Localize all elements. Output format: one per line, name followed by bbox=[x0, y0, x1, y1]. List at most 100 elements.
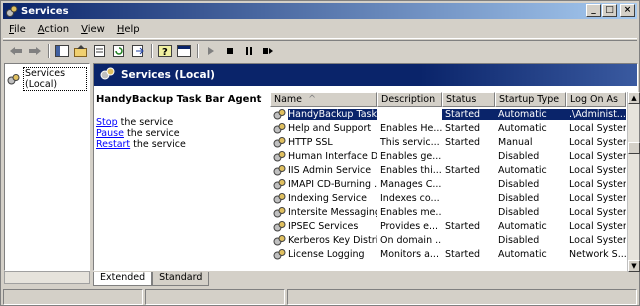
cell-startup-type: Manual bbox=[498, 136, 533, 148]
column-header-name[interactable]: Name ^ bbox=[270, 92, 377, 107]
cell-description: Provides e... bbox=[380, 220, 439, 232]
export-list-icon[interactable] bbox=[129, 43, 147, 59]
close-button[interactable]: × bbox=[620, 4, 635, 17]
cell-name: IPSEC Services bbox=[270, 220, 377, 232]
panel-title: Services (Local) bbox=[121, 69, 215, 81]
restart-service-icon[interactable] bbox=[259, 43, 277, 59]
selected-service-name: HandyBackup Task Bar Agent bbox=[96, 94, 262, 105]
svg-text:?: ? bbox=[162, 47, 168, 57]
title-bar[interactable]: Services _ □ × bbox=[3, 3, 637, 19]
cell-name: License Logging bbox=[270, 248, 377, 260]
table-row[interactable]: IPSEC Services Provides e... Started Automa… bbox=[270, 219, 626, 233]
forward-arrow-icon[interactable] bbox=[26, 43, 44, 59]
status-pane bbox=[145, 289, 285, 305]
up-one-level-icon[interactable] bbox=[72, 43, 90, 59]
service-gear-icon bbox=[273, 248, 286, 259]
tab-standard[interactable]: Standard bbox=[152, 272, 210, 286]
services-gear-icon bbox=[5, 5, 18, 18]
scroll-thumb[interactable] bbox=[628, 142, 640, 154]
table-row[interactable]: Human Interface D...Enables ge... Disable… bbox=[270, 149, 626, 163]
cell-log-on-as: Local System bbox=[569, 206, 626, 218]
pause-service-icon[interactable] bbox=[240, 43, 258, 59]
cell-startup-type: Disabled bbox=[498, 192, 540, 204]
maximize-button[interactable]: □ bbox=[602, 4, 617, 17]
cell-log-on-as: .\Administ... bbox=[566, 108, 626, 120]
service-gear-icon bbox=[273, 150, 286, 161]
cell-status: Started bbox=[445, 220, 481, 232]
column-header-startup-type[interactable]: Startup Type bbox=[495, 92, 566, 107]
refresh-icon[interactable] bbox=[110, 43, 128, 59]
menu-file[interactable]: File bbox=[3, 24, 32, 35]
services-gear-icon bbox=[100, 67, 115, 83]
table-row[interactable]: IMAPI CD-Burning ... Manages C... Disabled… bbox=[270, 177, 626, 191]
view-tabs: Extended Standard bbox=[93, 272, 210, 286]
column-header-log-on-as[interactable]: Log On As bbox=[566, 92, 626, 107]
table-row[interactable]: Intersite Messaging Enables me... Disabled… bbox=[270, 205, 626, 219]
toolbar-separator bbox=[48, 43, 50, 58]
scroll-up-arrow-icon[interactable]: ▲ bbox=[628, 92, 640, 104]
table-row[interactable]: HandyBackup Task ... StartedAutomatic.\Ad… bbox=[270, 107, 626, 121]
menu-view[interactable]: View bbox=[75, 24, 111, 35]
cell-log-on-as: Network S... bbox=[569, 248, 626, 260]
table-row[interactable]: IIS Admin Service Enables thi... Started Au… bbox=[270, 163, 626, 177]
cell-log-on-as: Local System bbox=[569, 192, 626, 204]
column-header-description[interactable]: Description bbox=[377, 92, 442, 107]
cell-startup-type: Automatic bbox=[498, 248, 547, 260]
cell-startup-type: Automatic bbox=[498, 164, 547, 176]
cell-description: This servic... bbox=[380, 136, 440, 148]
console-window-icon[interactable] bbox=[175, 43, 193, 59]
action-pause: Pause the service bbox=[96, 128, 180, 139]
back-arrow-icon[interactable] bbox=[7, 43, 25, 59]
list-vertical-scrollbar[interactable]: ▲ ▼ bbox=[627, 92, 640, 272]
cell-name: Indexing Service bbox=[270, 192, 377, 204]
cell-log-on-as: Local System bbox=[569, 164, 626, 176]
status-bar bbox=[3, 289, 637, 305]
table-row[interactable]: HTTP SSL This servic... Started Manual Local… bbox=[270, 135, 626, 149]
restart-link[interactable]: Restart bbox=[96, 139, 130, 150]
status-pane bbox=[287, 289, 637, 305]
cell-name: Human Interface D... bbox=[270, 150, 377, 162]
cell-log-on-as: Local System bbox=[569, 122, 626, 134]
services-window: Services _ □ × File Action View Help ? S… bbox=[0, 0, 640, 306]
cell-status: Started bbox=[442, 108, 495, 120]
minimize-button[interactable]: _ bbox=[586, 4, 601, 17]
show-hide-console-tree-icon[interactable] bbox=[53, 43, 71, 59]
cell-description: Indexes co... bbox=[380, 192, 440, 204]
table-row[interactable]: Indexing Service Indexes co... Disabled Loc… bbox=[270, 191, 626, 205]
menu-bar: File Action View Help bbox=[3, 21, 637, 39]
cell-status: Started bbox=[445, 122, 481, 134]
menu-action[interactable]: Action bbox=[32, 24, 75, 35]
cell-status: Started bbox=[445, 164, 481, 176]
help-icon[interactable]: ? bbox=[156, 43, 174, 59]
toolbar: ? bbox=[3, 40, 637, 60]
cell-startup-type: Disabled bbox=[498, 234, 540, 246]
cell-description: Monitors a... bbox=[380, 248, 439, 260]
service-gear-icon bbox=[273, 178, 286, 189]
cell-log-on-as: Local System bbox=[569, 150, 626, 162]
start-service-play-icon[interactable] bbox=[202, 43, 220, 59]
stop-link[interactable]: Stop bbox=[96, 117, 118, 128]
console-tree: Services (Local) bbox=[4, 63, 90, 271]
scroll-down-arrow-icon[interactable]: ▼ bbox=[628, 260, 640, 272]
table-row[interactable]: Help and Support Enables He... Started Auto… bbox=[270, 121, 626, 135]
properties-icon[interactable] bbox=[91, 43, 109, 59]
cell-description: Enables me... bbox=[380, 206, 442, 218]
column-header-status[interactable]: Status bbox=[442, 92, 495, 107]
table-row[interactable]: Kerberos Key Distri...On domain ... Disab… bbox=[270, 233, 626, 247]
pause-link[interactable]: Pause bbox=[96, 128, 124, 139]
cell-startup-type: Disabled bbox=[498, 206, 540, 218]
stop-service-icon[interactable] bbox=[221, 43, 239, 59]
menu-help[interactable]: Help bbox=[111, 24, 146, 35]
cell-description: Enables ge... bbox=[380, 150, 442, 162]
service-gear-icon bbox=[273, 122, 286, 133]
tree-horizontal-scrollbar[interactable] bbox=[4, 271, 90, 284]
tab-extended[interactable]: Extended bbox=[93, 272, 153, 286]
service-gear-icon bbox=[273, 234, 286, 245]
tree-node-label: Services (Local) bbox=[23, 67, 87, 91]
table-row[interactable]: License Logging Monitors a... Started Autom… bbox=[270, 247, 626, 261]
cell-status: Started bbox=[445, 248, 481, 260]
cell-name: Help and Support bbox=[270, 122, 377, 134]
service-detail-pane: HandyBackup Task Bar Agent Stop the serv… bbox=[96, 94, 266, 150]
list-header: Name ^ Description Status Startup Type L… bbox=[270, 92, 626, 107]
tree-node-services-local[interactable]: Services (Local) bbox=[5, 64, 89, 94]
